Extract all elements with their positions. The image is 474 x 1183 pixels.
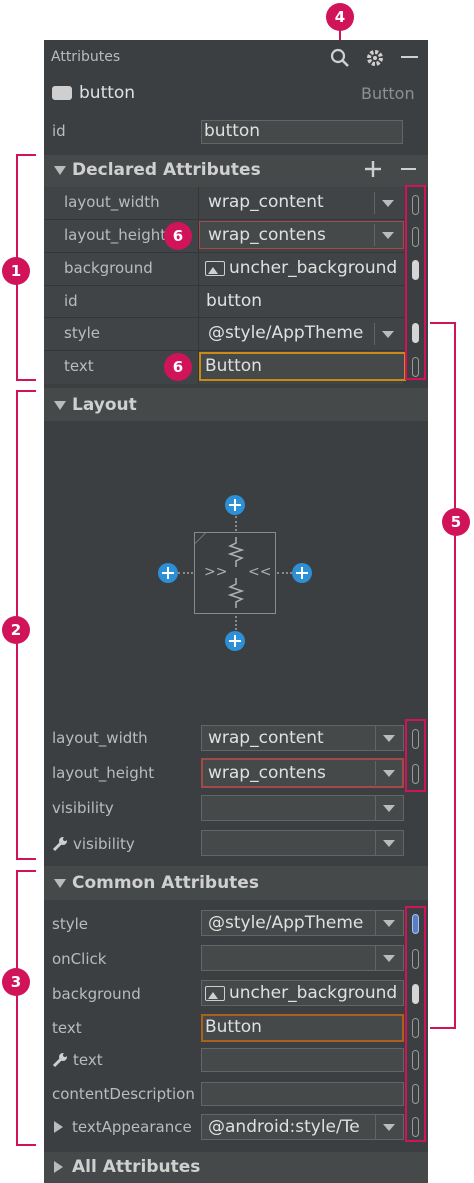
common-label-onclick: onClick xyxy=(52,950,107,968)
panel-title: Attributes xyxy=(51,49,121,65)
callout-5-box-declared xyxy=(405,185,426,380)
id-label: id xyxy=(52,122,66,140)
layout-label-layout-width: layout_width xyxy=(52,729,148,747)
callout-5-box-common xyxy=(405,906,426,1142)
declared-label-layout-width: layout_width xyxy=(64,193,160,211)
collapse-triangle-icon[interactable] xyxy=(54,166,66,175)
callout-6-badge: 6 xyxy=(164,353,192,381)
add-constraint-top-icon[interactable] xyxy=(225,495,245,515)
visibility-field[interactable] xyxy=(201,795,404,821)
id-value: button xyxy=(204,121,261,141)
callout-3-badge: 3 xyxy=(2,968,30,996)
content-description-field[interactable] xyxy=(201,1082,404,1106)
chevron-down-icon[interactable] xyxy=(375,911,403,935)
callout-2-badge: 2 xyxy=(2,616,30,644)
declared-label-id: id xyxy=(64,292,78,310)
common-label-text-appearance: textAppearance xyxy=(72,1118,192,1136)
declared-value-text[interactable]: Button xyxy=(205,356,262,376)
layout-value-layout-height[interactable]: wrap_contens xyxy=(208,763,326,783)
remove-attribute-icon[interactable] xyxy=(401,168,416,170)
declared-label-layout-height: layout_height xyxy=(64,226,167,244)
chevron-down-icon[interactable] xyxy=(375,726,403,750)
expand-triangle-icon[interactable] xyxy=(54,1161,63,1173)
tools-visibility-field[interactable] xyxy=(201,830,404,856)
callout-5-box-layout xyxy=(405,719,426,792)
layout-title: Layout xyxy=(72,395,137,415)
common-label-style: style xyxy=(52,915,88,933)
layout-label-visibility: visibility xyxy=(52,799,114,817)
onclick-field[interactable] xyxy=(201,945,404,971)
chevron-down-icon[interactable] xyxy=(375,946,403,970)
tools-text-field[interactable] xyxy=(201,1048,404,1072)
declared-label-style: style xyxy=(64,324,100,342)
declared-label-text: text xyxy=(64,357,94,375)
layout-label-tools-visibility: visibility xyxy=(73,835,135,853)
callout-6-badge: 6 xyxy=(164,222,192,250)
common-label-content-description: contentDescription xyxy=(52,1085,195,1103)
component-type: Button xyxy=(361,84,415,103)
collapse-triangle-icon[interactable] xyxy=(54,879,66,888)
common-value-text[interactable]: Button xyxy=(205,1017,262,1037)
callout-4-badge: 4 xyxy=(326,3,354,31)
callout-5-badge: 5 xyxy=(442,508,470,536)
chevron-down-icon[interactable] xyxy=(374,323,402,345)
declared-value-background[interactable]: uncher_background xyxy=(229,258,397,278)
add-constraint-left-icon[interactable] xyxy=(158,563,178,583)
chevron-left-icon: << xyxy=(248,564,272,580)
chevron-down-icon[interactable] xyxy=(374,192,402,214)
minimize-icon[interactable] xyxy=(401,56,418,58)
common-label-tools-text: text xyxy=(73,1051,103,1069)
callout-5-bracket xyxy=(430,322,456,1029)
vertical-spring-icon xyxy=(227,578,245,608)
chevron-down-icon[interactable] xyxy=(374,224,402,246)
image-icon xyxy=(205,261,225,276)
gear-icon[interactable] xyxy=(365,48,385,68)
common-attributes-title: Common Attributes xyxy=(72,873,259,893)
callout-3-bracket xyxy=(16,870,36,1146)
declared-value-id[interactable]: button xyxy=(206,291,262,311)
common-value-background[interactable]: uncher_background xyxy=(229,983,397,1003)
callout-1-badge: 1 xyxy=(2,257,30,285)
search-icon[interactable] xyxy=(330,48,350,68)
attributes-panel: Attributes button Button id button Decla… xyxy=(44,40,428,1183)
chevron-down-icon[interactable] xyxy=(375,831,403,855)
wrench-icon xyxy=(52,837,67,852)
declared-value-layout-height[interactable]: wrap_contens xyxy=(208,225,326,245)
callout-4-leader xyxy=(339,30,341,40)
layout-value-layout-width[interactable]: wrap_content xyxy=(208,728,324,748)
collapse-triangle-icon[interactable] xyxy=(54,401,66,410)
declared-label-background: background xyxy=(64,259,153,277)
common-label-background: background xyxy=(52,985,141,1003)
common-value-text-appearance[interactable]: @android:style/Te xyxy=(208,1117,372,1137)
chevron-down-icon[interactable] xyxy=(375,796,403,820)
declared-attributes-title: Declared Attributes xyxy=(72,160,261,180)
add-constraint-right-icon[interactable] xyxy=(292,563,312,583)
vertical-spring-icon xyxy=(227,537,245,567)
button-component-icon xyxy=(52,86,72,100)
chevron-down-icon[interactable] xyxy=(375,1115,403,1139)
common-label-text: text xyxy=(52,1019,82,1037)
wrench-icon xyxy=(52,1053,67,1068)
all-attributes-title: All Attributes xyxy=(72,1157,201,1177)
layout-label-layout-height: layout_height xyxy=(52,764,155,782)
image-icon xyxy=(205,986,225,1001)
component-name: button xyxy=(79,83,136,103)
declared-value-style[interactable]: @style/AppTheme xyxy=(208,323,363,343)
declared-value-layout-width[interactable]: wrap_content xyxy=(208,192,324,212)
add-constraint-bottom-icon[interactable] xyxy=(225,631,245,651)
common-value-style[interactable]: @style/AppTheme xyxy=(208,913,363,933)
expand-triangle-icon[interactable] xyxy=(54,1121,63,1133)
chevron-down-icon[interactable] xyxy=(375,761,403,785)
chevron-right-icon: >> xyxy=(204,564,228,580)
add-attribute-icon[interactable] xyxy=(365,161,381,177)
